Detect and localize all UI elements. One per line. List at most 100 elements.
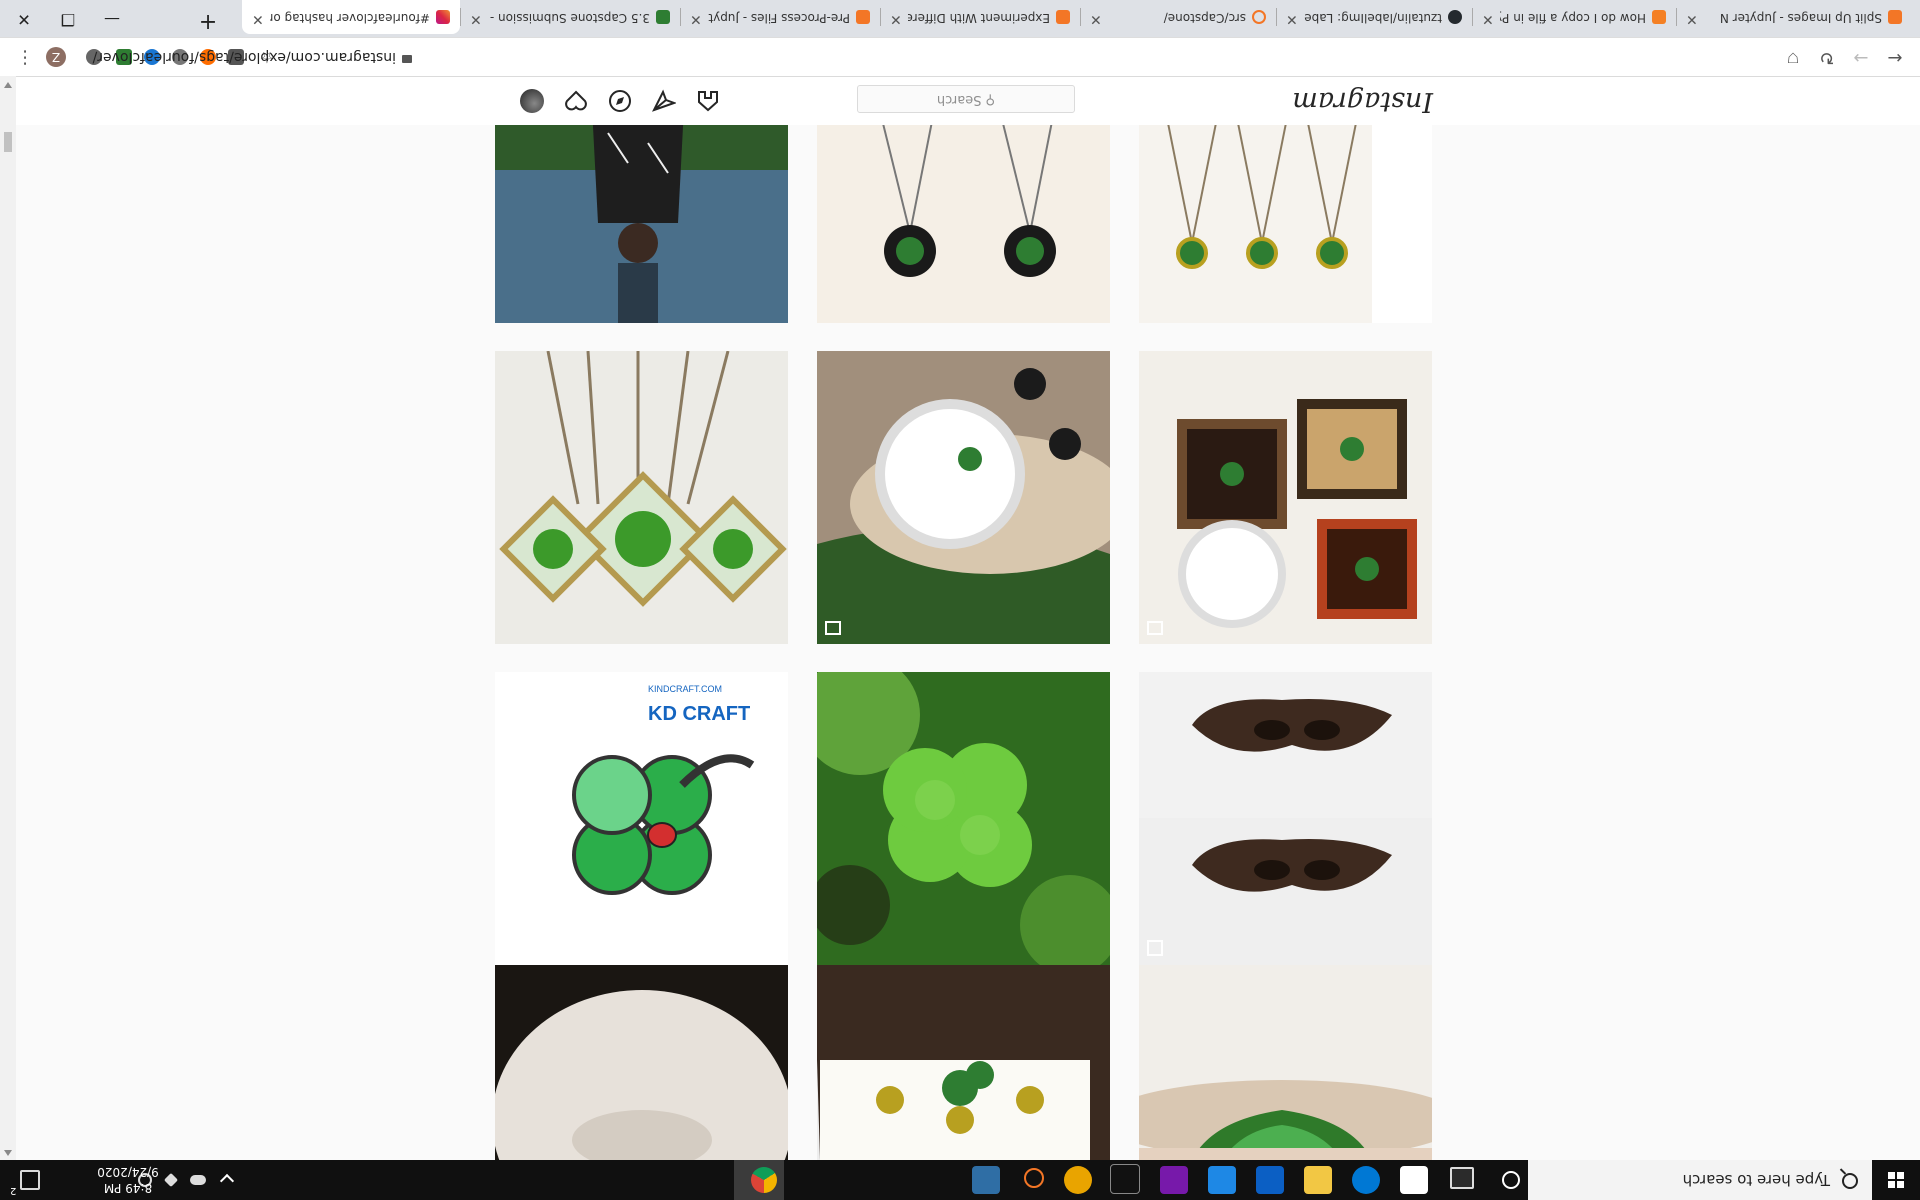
post-thumbnail[interactable] bbox=[1139, 672, 1432, 965]
app-icon-grid[interactable] bbox=[972, 1166, 1000, 1194]
jupyter-favicon-icon bbox=[1056, 10, 1070, 24]
tab-capstone-submission[interactable]: 3.5 Capstone Submission - ✕ bbox=[460, 0, 680, 34]
explore-compass-icon[interactable] bbox=[608, 89, 632, 113]
onenote-icon[interactable] bbox=[1160, 1166, 1188, 1194]
notification-center-icon[interactable] bbox=[20, 1170, 40, 1190]
post-thumbnail[interactable] bbox=[817, 125, 1110, 323]
close-tab-icon[interactable]: ✕ bbox=[690, 11, 702, 27]
tab-title: #fourleafclover hashtag on bbox=[270, 11, 430, 25]
app-icon-1[interactable] bbox=[1400, 1166, 1428, 1194]
post-subcaption: KINDCRAFT.COM bbox=[648, 684, 722, 694]
lock-icon bbox=[402, 55, 412, 63]
tab-title: Pre-Process Files - Jupyter bbox=[708, 11, 850, 25]
post-thumbnail[interactable]: KD CRAFT KINDCRAFT.COM bbox=[495, 672, 788, 965]
tab-title: Experiment With Different bbox=[908, 11, 1050, 25]
instagram-search-input[interactable]: ⚲ Search bbox=[857, 85, 1075, 113]
jupyter-favicon-icon bbox=[1252, 10, 1266, 24]
post-caption: KD CRAFT bbox=[648, 703, 750, 725]
close-window-button[interactable]: ✕ bbox=[2, 0, 46, 38]
new-tab-button[interactable]: + bbox=[186, 0, 230, 38]
tab-title: Split Up Images - Jupyter N bbox=[1719, 11, 1882, 25]
post-thumbnail[interactable] bbox=[1139, 351, 1432, 644]
tab-src-capstone[interactable]: src/Capstone/ ✕ bbox=[1080, 0, 1276, 34]
clock-date: 9/24/2020 bbox=[97, 1165, 159, 1179]
taskbar-search-placeholder: Type here to search bbox=[1682, 1171, 1830, 1189]
taskbar-search-box[interactable]: Type here to search bbox=[1528, 1160, 1872, 1200]
browser-tab-strip: Split Up Images - Jupyter N ✕ How do I c… bbox=[0, 0, 1920, 38]
profile-avatar[interactable]: Z bbox=[46, 47, 66, 67]
post-thumbnail[interactable] bbox=[495, 351, 788, 644]
file-explorer-icon[interactable] bbox=[1304, 1166, 1332, 1194]
cloud-icon[interactable] bbox=[190, 1175, 206, 1185]
windows-taskbar: Type here to search 8:49 PM 9/24/2020 2 bbox=[0, 1160, 1920, 1200]
reload-button[interactable]: ↻ bbox=[1812, 42, 1842, 72]
scroll-down-arrow-icon[interactable] bbox=[4, 82, 12, 88]
forward-button[interactable]: → bbox=[1846, 42, 1876, 72]
browser-toolbar: ⋮ Z ☆ instagram.com/explore/tags/fourlea… bbox=[0, 37, 1920, 76]
post-thumbnail[interactable] bbox=[1139, 125, 1432, 323]
page-scrollbar[interactable] bbox=[0, 76, 16, 1160]
clock[interactable]: 8:49 PM 9/24/2020 bbox=[96, 1164, 160, 1196]
post-thumbnail[interactable] bbox=[817, 351, 1110, 644]
profile-avatar[interactable] bbox=[520, 89, 544, 113]
scrollbar-thumb[interactable] bbox=[4, 132, 12, 152]
search-placeholder: Search bbox=[936, 92, 982, 107]
close-tab-icon[interactable]: ✕ bbox=[1482, 11, 1494, 27]
search-icon bbox=[1842, 1173, 1858, 1189]
instagram-header: Instagram ⚲ Search bbox=[16, 76, 1920, 125]
instagram-favicon-icon bbox=[436, 10, 450, 24]
search-icon: ⚲ bbox=[981, 92, 996, 107]
edge-icon[interactable] bbox=[1352, 1166, 1380, 1194]
close-tab-icon[interactable]: ✕ bbox=[252, 11, 264, 27]
screen: Type here to search 8:49 PM 9/24/2020 2 bbox=[0, 0, 1920, 1200]
chevron-up-icon[interactable] bbox=[219, 1173, 235, 1189]
cortana-icon[interactable] bbox=[1502, 1171, 1520, 1189]
terminal-icon[interactable] bbox=[1110, 1164, 1140, 1194]
dropbox-icon[interactable] bbox=[163, 1172, 179, 1188]
menu-kebab-icon[interactable]: ⋮ bbox=[10, 42, 40, 72]
scroll-up-arrow-icon[interactable] bbox=[4, 1150, 12, 1156]
app-icon-python[interactable] bbox=[1064, 1166, 1092, 1194]
tab-copy-file-python[interactable]: How do I copy a file in Pyth ✕ bbox=[1472, 0, 1676, 34]
course-favicon-icon bbox=[656, 10, 670, 24]
close-tab-icon[interactable]: ✕ bbox=[1686, 11, 1698, 27]
clock-time: 8:49 PM bbox=[103, 1181, 153, 1195]
tab-pre-process[interactable]: Pre-Process Files - Jupyter ✕ bbox=[680, 0, 880, 34]
tab-labelimg[interactable]: tzutalin/labelImg: Label ✕ bbox=[1276, 0, 1472, 34]
github-favicon-icon bbox=[1448, 10, 1462, 24]
minimize-button[interactable]: — bbox=[90, 0, 134, 38]
activity-heart-icon[interactable] bbox=[564, 89, 588, 113]
system-tray: 8:49 PM 9/24/2020 2 bbox=[0, 1160, 420, 1200]
direct-message-icon[interactable] bbox=[652, 89, 677, 113]
close-tab-icon[interactable]: ✕ bbox=[1286, 11, 1298, 27]
tab-split-up-images[interactable]: Split Up Images - Jupyter N ✕ bbox=[1676, 0, 1912, 34]
tab-title: 3.5 Capstone Submission - bbox=[489, 11, 650, 25]
address-bar-url[interactable]: instagram.com/explore/tags/fourleafclove… bbox=[93, 49, 396, 65]
chrome-icon bbox=[751, 1167, 777, 1193]
ps-app-icon[interactable] bbox=[1256, 1166, 1284, 1194]
home-icon[interactable] bbox=[696, 89, 720, 113]
explore-post-grid: KD CRAFT KINDCRAFT.COM bbox=[16, 125, 1920, 1160]
task-view-icon[interactable] bbox=[1450, 1167, 1474, 1189]
close-tab-icon[interactable]: ✕ bbox=[890, 11, 902, 27]
tab-title: How do I copy a file in Pyth bbox=[1500, 11, 1646, 25]
post-thumbnail[interactable] bbox=[817, 672, 1110, 965]
back-button[interactable]: ← bbox=[1880, 42, 1910, 72]
tab-title: src/Capstone/ bbox=[1163, 11, 1246, 25]
app-icon-blue[interactable] bbox=[1208, 1166, 1236, 1194]
maximize-button[interactable]: ❐ bbox=[46, 0, 90, 38]
post-thumbnail[interactable] bbox=[495, 125, 788, 323]
shield-icon[interactable]: ⛉ bbox=[1778, 42, 1808, 72]
close-tab-icon[interactable]: ✕ bbox=[470, 11, 482, 27]
stackoverflow-favicon-icon bbox=[1652, 10, 1666, 24]
tab-title: tzutalin/labelImg: Label bbox=[1304, 11, 1442, 25]
notification-count: 2 bbox=[10, 1185, 17, 1196]
jupyter-icon[interactable] bbox=[1024, 1168, 1044, 1188]
tab-experiment[interactable]: Experiment With Different ✕ bbox=[880, 0, 1080, 34]
jupyter-favicon-icon bbox=[1888, 10, 1902, 24]
start-button[interactable] bbox=[1872, 1160, 1920, 1200]
jupyter-favicon-icon bbox=[856, 10, 870, 24]
close-tab-icon[interactable]: ✕ bbox=[1090, 11, 1102, 27]
instagram-logo[interactable]: Instagram bbox=[1292, 86, 1433, 117]
tab-instagram-fourleafclover[interactable]: #fourleafclover hashtag on ✕ bbox=[242, 0, 460, 34]
